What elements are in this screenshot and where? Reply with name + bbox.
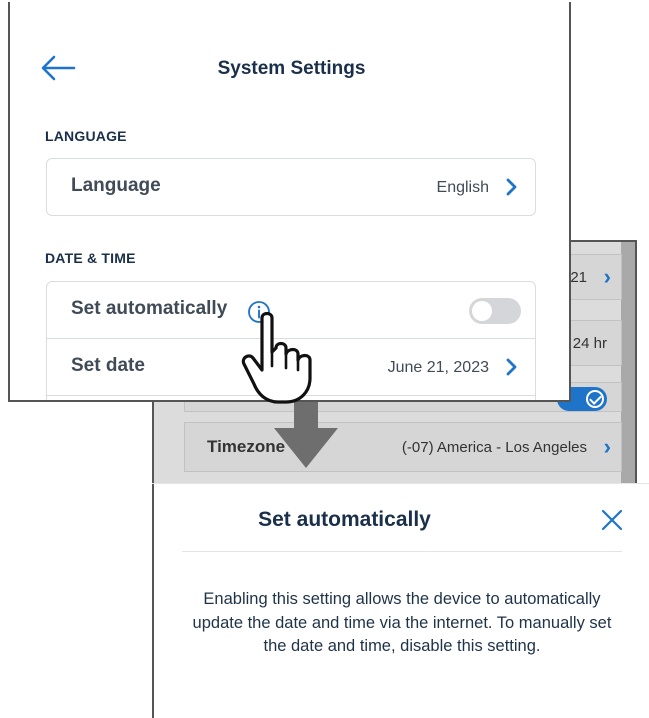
background-row-time-format-value: 24 hr xyxy=(572,334,607,352)
dialog-title: Set automatically xyxy=(258,508,431,531)
chevron-right-icon: › xyxy=(603,434,611,459)
background-row-timezone: Timezone (-07) America - Los Angeles › xyxy=(184,422,622,472)
close-icon[interactable] xyxy=(600,508,624,532)
set-automatically-toggle[interactable] xyxy=(469,298,521,324)
page-title: System Settings xyxy=(217,58,366,79)
chevron-right-icon: › xyxy=(603,264,611,289)
set-date-label: Set date xyxy=(71,355,145,376)
section-heading-language: LANGUAGE xyxy=(45,128,127,144)
toggle-knob xyxy=(472,301,492,321)
chevron-right-icon xyxy=(506,178,517,196)
info-dialog: Set automatically Enabling this setting … xyxy=(152,483,649,718)
set-date-value: June 21, 2023 xyxy=(387,359,489,376)
hand-pointer-icon xyxy=(241,311,312,404)
background-row-date-value: 21 xyxy=(570,268,587,286)
section-heading-date-time: DATE & TIME xyxy=(45,250,136,266)
chevron-right-icon xyxy=(506,358,517,376)
checkmark-icon xyxy=(586,390,604,408)
dialog-divider xyxy=(182,551,622,552)
language-value: English xyxy=(436,179,489,196)
language-row[interactable]: Language English xyxy=(46,158,536,216)
timezone-value: (-07) America - Los Angeles xyxy=(401,438,587,456)
set-automatically-label: Set automatically xyxy=(71,298,228,319)
background-scrollbar xyxy=(621,242,635,485)
language-label: Language xyxy=(71,175,161,196)
dialog-body-text: Enabling this setting allows the device … xyxy=(192,590,612,655)
